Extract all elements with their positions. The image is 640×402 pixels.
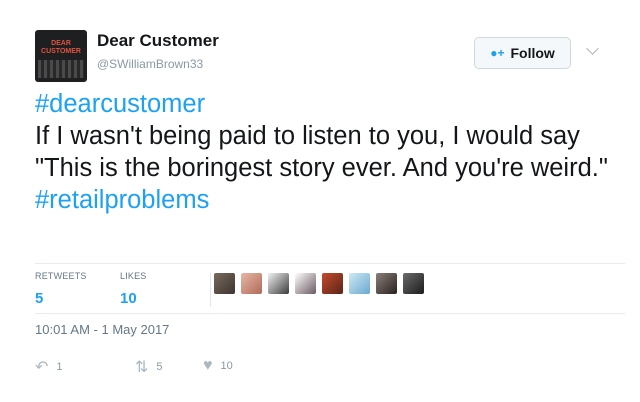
retweet-icon: ⇅ [135,359,149,376]
avatar[interactable]: DEAR CUSTOMER [35,30,87,82]
avatar-art-pattern [38,60,84,78]
likes-label: LIKES [120,271,147,281]
divider [35,313,625,314]
tweet-timestamp[interactable]: 10:01 AM - 1 May 2017 [35,322,169,337]
tweet-actions: ↶ 1 ⇅ 5 ♥ 10 [35,357,335,377]
add-user-icon: ●+ [490,46,505,60]
avatar[interactable] [403,273,424,294]
avatar[interactable] [349,273,370,294]
likes-stat[interactable]: LIKES 10 [120,271,147,307]
user-handle[interactable]: @SWilliamBrown33 [97,57,203,71]
reply-count: 1 [56,361,63,373]
avatar[interactable] [268,273,289,294]
avatar-art: DEAR CUSTOMER [41,40,81,55]
follow-label: Follow [510,45,555,61]
reply-button[interactable]: ↶ 1 [35,357,63,377]
liker-avatars [214,273,424,294]
chevron-down-icon[interactable] [586,42,599,55]
avatar[interactable] [241,273,262,294]
tweet-body: If I wasn't being paid to listen to you,… [35,122,608,182]
hashtag-link[interactable]: #retailproblems [35,184,625,216]
like-count: 10 [220,360,233,372]
retweet-stat[interactable]: RETWEETS 5 [35,271,87,307]
tweet-text: #dearcustomer If I wasn't being paid to … [35,88,625,216]
retweet-count: 5 [156,361,163,373]
divider [210,273,211,307]
avatar[interactable] [376,273,397,294]
retweets-count: 5 [35,290,44,307]
display-name[interactable]: Dear Customer [97,31,219,51]
heart-icon: ♥ [203,357,213,374]
like-button[interactable]: ♥ 10 [203,357,233,375]
likes-count: 10 [120,290,137,307]
divider [35,263,625,264]
hashtag-link[interactable]: #dearcustomer [35,88,625,120]
reply-icon: ↶ [35,359,49,376]
retweets-label: RETWEETS [35,271,87,281]
follow-button[interactable]: ●+ Follow [474,37,571,69]
avatar[interactable] [295,273,316,294]
retweet-button[interactable]: ⇅ 5 [135,357,163,377]
avatar[interactable] [214,273,235,294]
avatar[interactable] [322,273,343,294]
